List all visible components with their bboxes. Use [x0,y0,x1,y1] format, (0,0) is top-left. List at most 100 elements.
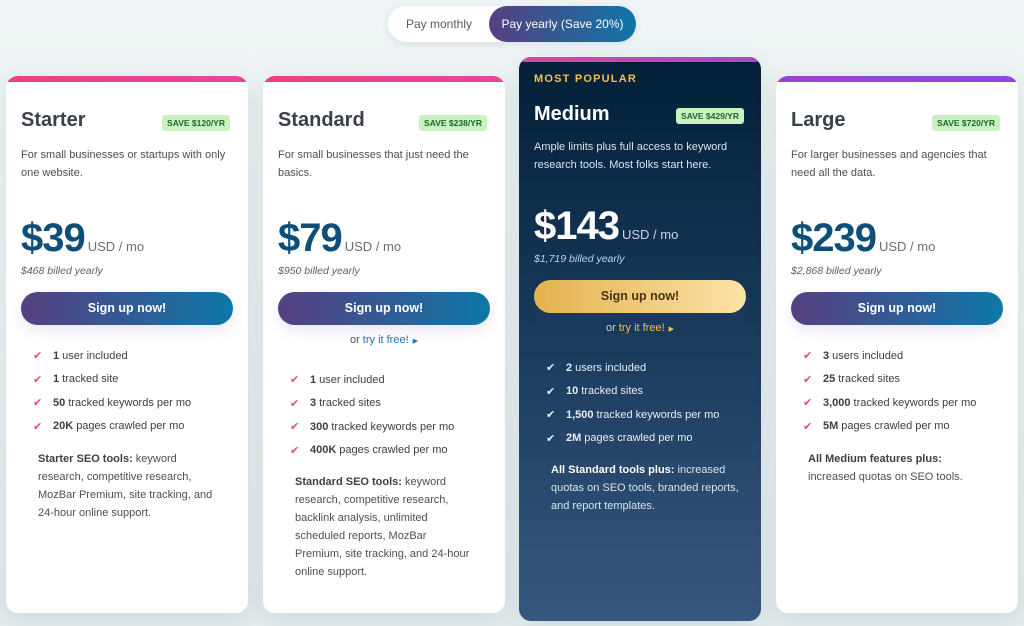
feature-value: 3 [310,397,317,410]
plan-card-standard: Standard SAVE $238/YR For small business… [263,76,505,613]
feature-value: 1 [310,373,317,386]
save-badge: SAVE $238/YR [419,115,487,131]
feature-list: ✔ 1 user included ✔ 1 tracked site ✔ 50 tracke… [33,344,191,438]
feature-text: tracked keywords per mo [331,420,455,433]
price: $39 [21,216,86,260]
price: $79 [278,216,343,260]
price: $143 [534,204,620,248]
feature-text: pages crawled per mo [339,444,448,457]
try-free-row: or try it free! ▶ [519,322,761,334]
price-unit: USD / mo [87,239,145,254]
tools-description: Standard SEO tools: keyword research, co… [295,473,475,581]
feature-value: 3,000 [823,396,851,409]
try-prefix: or [605,322,619,334]
feature-text: tracked sites [319,397,381,410]
tools-text: increased quotas on SEO tools. [808,471,963,483]
feature-value: 2M [566,432,582,445]
sign-up-button[interactable]: Sign up now! [791,292,1003,325]
feature-text: user included [62,349,128,362]
plan-card-starter: Starter SAVE $120/YR For small businesse… [6,76,248,613]
billed-yearly: $1,719 billed yearly [534,253,625,265]
caret-right-icon: ▶ [668,326,675,333]
price-row: $143 USD / mo [534,204,678,249]
feature-item: ✔ 1 tracked site [33,368,191,392]
feature-value: 1 [53,349,60,362]
feature-text: pages crawled per mo [76,420,185,433]
feature-text: pages crawled per mo [841,420,950,433]
feature-item: ✔ 1 user included [33,344,191,368]
feature-text: tracked sites [838,373,900,386]
tools-title: Standard SEO tools: [295,476,402,488]
try-prefix: or [349,334,363,346]
feature-value: 10 [566,385,579,398]
tools-title: All Standard tools plus: [551,464,675,476]
card-accent-bar [519,57,761,62]
pay-yearly-option[interactable]: Pay yearly (Save 20%) [489,6,636,42]
check-icon: ✔ [290,397,300,410]
check-icon: ✔ [33,420,43,433]
feature-item: ✔ 3 users included [803,344,976,368]
check-icon: ✔ [33,397,43,410]
price-row: $79 USD / mo [278,216,401,261]
billed-yearly: $2,868 billed yearly [791,265,882,277]
check-icon: ✔ [803,373,813,386]
feature-text: tracked sites [581,385,643,398]
feature-item: ✔ 20K pages crawled per mo [33,415,191,439]
sign-up-button[interactable]: Sign up now! [534,280,746,313]
feature-item: ✔ 1,500 tracked keywords per mo [546,403,719,427]
feature-item: ✔ 25 tracked sites [803,368,976,392]
check-icon: ✔ [33,350,43,363]
plan-card-large: Large SAVE $720/YR For larger businesses… [776,76,1018,613]
tools-description: All Medium features plus: increased quot… [808,450,988,486]
check-icon: ✔ [290,444,300,457]
plan-name: Large [791,109,846,131]
tools-title: Starter SEO tools: [38,453,133,465]
billing-toggle: Pay monthly Pay yearly (Save 20%) [388,6,636,42]
plan-name: Starter [21,109,86,131]
feature-item: ✔ 2M pages crawled per mo [546,427,719,451]
price-row: $39 USD / mo [21,216,144,261]
feature-value: 1,500 [566,408,594,421]
plan-description: For small businesses or startups with on… [21,149,226,179]
billed-yearly: $950 billed yearly [278,265,360,277]
feature-value: 400K [310,444,337,457]
check-icon: ✔ [546,409,556,422]
price-unit: USD / mo [621,227,679,242]
feature-item: ✔ 1 user included [290,368,454,392]
feature-value: 50 [53,396,66,409]
try-free-link[interactable]: try it free! [363,334,409,346]
pay-monthly-option[interactable]: Pay monthly [388,6,490,42]
tools-text: keyword research, competitive research, … [295,476,470,578]
price-row: $239 USD / mo [791,216,935,261]
tools-description: All Standard tools plus: increased quota… [551,461,741,515]
feature-item: ✔ 2 users included [546,356,719,380]
billed-yearly: $468 billed yearly [21,265,103,277]
check-icon: ✔ [546,385,556,398]
feature-list: ✔ 1 user included ✔ 3 tracked sites ✔ 300 trac… [290,368,454,462]
feature-value: 300 [310,420,329,433]
feature-text: tracked keywords per mo [596,408,720,421]
feature-text: users included [832,349,904,362]
feature-item: ✔ 3 tracked sites [290,392,454,416]
save-badge: SAVE $429/YR [676,108,744,124]
check-icon: ✔ [33,373,43,386]
try-free-link[interactable]: try it free! [619,322,665,334]
feature-item: ✔ 5M pages crawled per mo [803,415,976,439]
plan-name: Standard [278,109,365,131]
try-free-row: or try it free! ▶ [263,334,505,346]
feature-text: users included [575,361,647,374]
feature-text: tracked keywords per mo [853,396,977,409]
check-icon: ✔ [546,432,556,445]
feature-item: ✔ 300 tracked keywords per mo [290,415,454,439]
price: $239 [791,216,877,260]
feature-value: 3 [823,349,830,362]
card-accent-bar [263,76,505,82]
sign-up-button[interactable]: Sign up now! [21,292,233,325]
feature-item: ✔ 10 tracked sites [546,380,719,404]
check-icon: ✔ [290,421,300,434]
plan-description: For small businesses that just need the … [278,149,469,179]
check-icon: ✔ [803,350,813,363]
check-icon: ✔ [546,362,556,375]
price-unit: USD / mo [344,239,402,254]
sign-up-button[interactable]: Sign up now! [278,292,490,325]
